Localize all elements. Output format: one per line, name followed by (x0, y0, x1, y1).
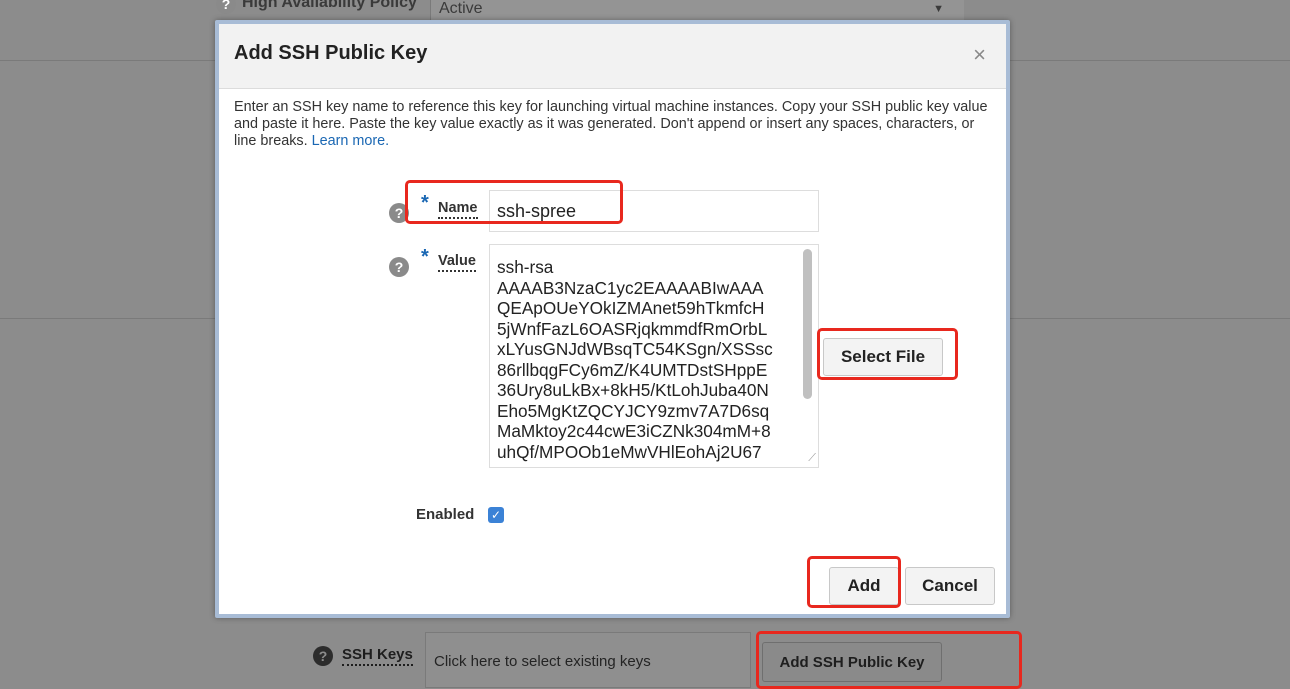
required-marker: * (421, 246, 429, 268)
ha-policy-label: High Availability Policy (242, 0, 417, 11)
add-ssh-key-dialog: Add SSH Public Key × Enter an SSH key na… (215, 20, 1010, 618)
key-value-line: MaMktoy2c44cwE3iCZNk304mM+8 (497, 421, 771, 441)
key-value-line: QEApOUeYOkIZMAnet59hTkmfcH (497, 298, 765, 318)
key-value-line: uhQf/MPOOb1eMwVHlEohAj2U67 (497, 441, 762, 462)
name-input[interactable] (489, 190, 819, 232)
value-label: Value (438, 253, 476, 272)
ssh-keys-row: ? SSH Keys Click here to select existing… (0, 632, 1290, 688)
key-value-line: xLYusGNJdWBsqTC54KSgn/XSSsc (497, 339, 773, 359)
select-file-button[interactable]: Select File (823, 338, 943, 376)
enabled-checkbox[interactable]: ✓ (488, 507, 504, 523)
key-value-line: Eho5MgKtZQCYJCY9zmv7A7D6sq (497, 400, 770, 421)
cancel-button[interactable]: Cancel (905, 567, 995, 605)
close-icon[interactable]: × (973, 42, 986, 68)
dialog-title: Add SSH Public Key (234, 42, 428, 64)
key-value-line: 86rllbqgFCy6mZ/K4UMTDstSHppE (497, 359, 768, 380)
resize-handle-icon[interactable]: ⟋ (808, 452, 816, 465)
ssh-keys-placeholder: Click here to select existing keys (434, 653, 651, 670)
dialog-description: Enter an SSH key name to reference this … (234, 99, 994, 150)
help-icon[interactable]: ? (389, 203, 409, 223)
learn-more-link[interactable]: Learn more. (312, 133, 390, 149)
required-marker: * (421, 192, 429, 214)
help-icon[interactable]: ? (389, 257, 409, 277)
key-value-text: ssh-rsa AAAAB3NzaC1yc2EAAAABIwAAA QEApOUeY… (497, 257, 797, 462)
scrollbar[interactable] (803, 249, 812, 399)
help-icon: ? (216, 0, 236, 14)
dialog-header: Add SSH Public Key × (219, 24, 1006, 89)
ssh-keys-input[interactable]: Click here to select existing keys (425, 632, 751, 688)
add-ssh-public-key-button[interactable]: Add SSH Public Key (762, 642, 942, 682)
key-value-line: AAAAB3NzaC1yc2EAAAABIwAAA (497, 277, 764, 298)
name-label: Name (438, 200, 478, 219)
ha-policy-value: Active (439, 0, 483, 17)
enabled-label: Enabled (416, 506, 475, 523)
key-value-line: ssh-rsa (497, 257, 554, 277)
add-button[interactable]: Add (829, 567, 899, 605)
checkmark-icon: ✓ (490, 508, 502, 522)
key-value-line: 5jWnfFazL6OASRjqkmmdfRmOrbL (497, 318, 768, 339)
ssh-keys-label: SSH Keys (342, 646, 413, 666)
help-icon: ? (313, 646, 333, 666)
key-value-line: 36Ury8uLkBx+8kH5/KtLohJuba40N (497, 380, 769, 400)
value-textarea[interactable]: ssh-rsa AAAAB3NzaC1yc2EAAAABIwAAA QEApOUeY… (489, 244, 819, 468)
